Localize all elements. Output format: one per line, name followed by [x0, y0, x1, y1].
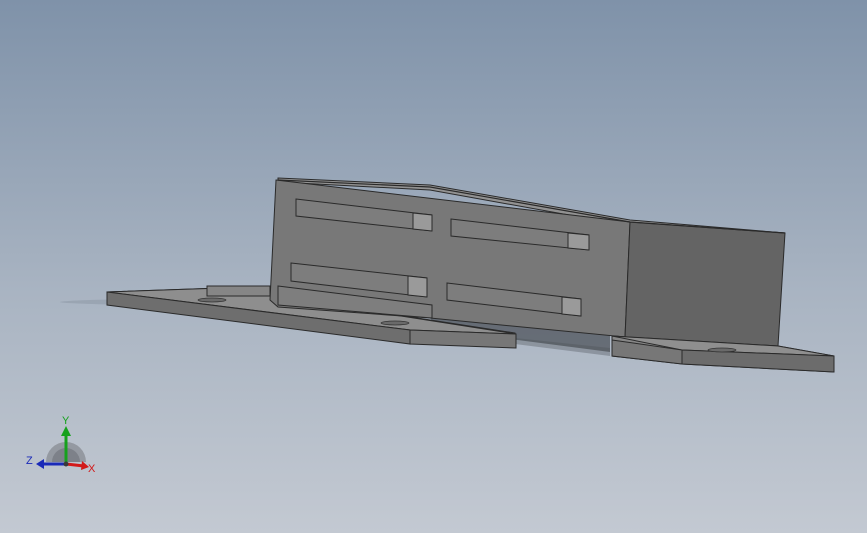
- model-view[interactable]: [0, 0, 867, 533]
- z-axis-label: Z: [26, 455, 33, 467]
- x-axis-arrow-icon: [65, 461, 89, 470]
- mounting-hole: [380, 320, 410, 326]
- coordinate-triad: Y X Z: [26, 415, 96, 475]
- 3d-viewport[interactable]: Y X Z: [0, 0, 867, 533]
- x-axis-label: X: [88, 463, 96, 475]
- left-step: [206, 285, 271, 297]
- mounting-hole: [707, 347, 737, 353]
- triad-origin: [63, 461, 69, 467]
- mounting-hole: [197, 297, 227, 303]
- y-axis-label: Y: [62, 415, 70, 427]
